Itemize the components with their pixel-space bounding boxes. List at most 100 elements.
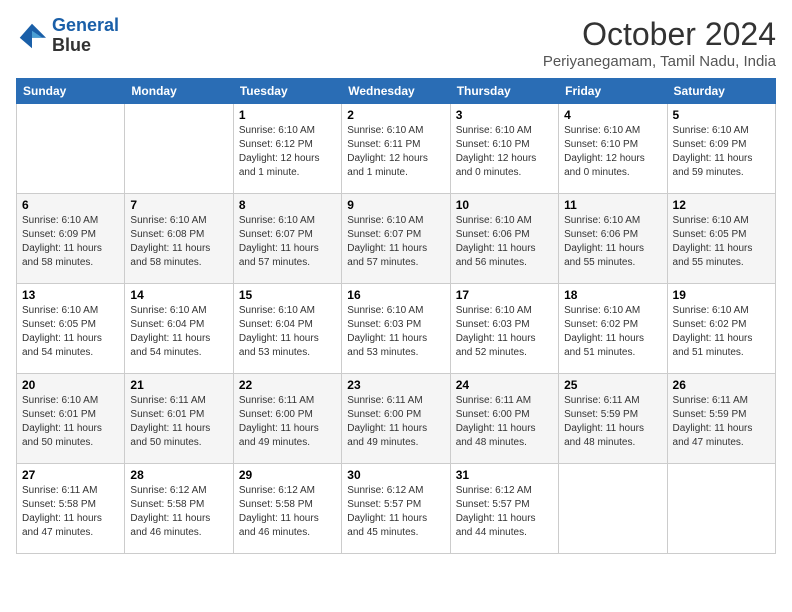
day-info: Sunrise: 6:10 AM Sunset: 6:04 PM Dayligh… [130, 304, 227, 360]
header-saturday: Saturday [667, 79, 775, 104]
day-info: Sunrise: 6:10 AM Sunset: 6:11 PM Dayligh… [347, 124, 444, 180]
day-info: Sunrise: 6:11 AM Sunset: 5:59 PM Dayligh… [564, 394, 661, 450]
day-info: Sunrise: 6:10 AM Sunset: 6:07 PM Dayligh… [239, 214, 336, 270]
day-number: 31 [456, 468, 553, 482]
calendar-cell: 3Sunrise: 6:10 AM Sunset: 6:10 PM Daylig… [450, 104, 558, 194]
day-info: Sunrise: 6:10 AM Sunset: 6:03 PM Dayligh… [347, 304, 444, 360]
day-info: Sunrise: 6:10 AM Sunset: 6:03 PM Dayligh… [456, 304, 553, 360]
day-number: 5 [673, 108, 770, 122]
calendar-cell: 9 Sunrise: 6:10 AM Sunset: 6:07 PM Daylig… [342, 194, 450, 284]
calendar-week-2: 6 Sunrise: 6:10 AM Sunset: 6:09 PM Daylig… [17, 194, 776, 284]
day-number: 2 [347, 108, 444, 122]
day-info: Sunrise: 6:10 AM Sunset: 6:10 PM Dayligh… [456, 124, 553, 180]
calendar-cell: 2 Sunrise: 6:10 AM Sunset: 6:11 PM Daylig… [342, 104, 450, 194]
calendar-cell: 22 Sunrise: 6:11 AM Sunset: 6:00 PM Dayli… [233, 374, 341, 464]
day-info: Sunrise: 6:10 AM Sunset: 6:05 PM Dayligh… [673, 214, 770, 270]
calendar-cell: 18 Sunrise: 6:10 AM Sunset: 6:02 PM Dayli… [559, 284, 667, 374]
calendar-cell: 1Sunrise: 6:10 AM Sunset: 6:12 PM Daylig… [233, 104, 341, 194]
day-number: 21 [130, 378, 227, 392]
calendar-cell [667, 464, 775, 554]
header-row: Sunday Monday Tuesday Wednesday Thursday… [17, 79, 776, 104]
calendar-cell: 20Sunrise: 6:10 AM Sunset: 6:01 PM Dayli… [17, 374, 125, 464]
day-number: 22 [239, 378, 336, 392]
day-number: 17 [456, 288, 553, 302]
day-info: Sunrise: 6:12 AM Sunset: 5:57 PM Dayligh… [347, 484, 444, 540]
calendar-cell: 25 Sunrise: 6:11 AM Sunset: 5:59 PM Dayli… [559, 374, 667, 464]
calendar-cell: 24 Sunrise: 6:11 AM Sunset: 6:00 PM Dayli… [450, 374, 558, 464]
calendar-cell: 27 Sunrise: 6:11 AM Sunset: 5:58 PM Dayli… [17, 464, 125, 554]
day-number: 28 [130, 468, 227, 482]
calendar-cell: 11Sunrise: 6:10 AM Sunset: 6:06 PM Dayli… [559, 194, 667, 284]
calendar-cell: 28 Sunrise: 6:12 AM Sunset: 5:58 PM Dayli… [125, 464, 233, 554]
calendar-table: Sunday Monday Tuesday Wednesday Thursday… [16, 78, 776, 554]
day-number: 1 [239, 108, 336, 122]
calendar-cell: 15 Sunrise: 6:10 AM Sunset: 6:04 PM Dayli… [233, 284, 341, 374]
day-number: 25 [564, 378, 661, 392]
day-info: Sunrise: 6:10 AM Sunset: 6:07 PM Dayligh… [347, 214, 444, 270]
calendar-cell: 31 Sunrise: 6:12 AM Sunset: 5:57 PM Dayli… [450, 464, 558, 554]
day-info: Sunrise: 6:10 AM Sunset: 6:10 PM Dayligh… [564, 124, 661, 180]
day-number: 20 [22, 378, 119, 392]
day-info: Sunrise: 6:11 AM Sunset: 6:01 PM Dayligh… [130, 394, 227, 450]
calendar-cell: 23 Sunrise: 6:11 AM Sunset: 6:00 PM Dayli… [342, 374, 450, 464]
day-number: 27 [22, 468, 119, 482]
day-info: Sunrise: 6:10 AM Sunset: 6:05 PM Dayligh… [22, 304, 119, 360]
calendar-cell: 14Sunrise: 6:10 AM Sunset: 6:04 PM Dayli… [125, 284, 233, 374]
day-number: 15 [239, 288, 336, 302]
day-number: 7 [130, 198, 227, 212]
calendar-week-1: 1Sunrise: 6:10 AM Sunset: 6:12 PM Daylig… [17, 104, 776, 194]
header-wednesday: Wednesday [342, 79, 450, 104]
page-header: General Blue October 2024 Periyanegamam,… [16, 16, 776, 70]
day-number: 11 [564, 198, 661, 212]
day-info: Sunrise: 6:10 AM Sunset: 6:09 PM Dayligh… [22, 214, 119, 270]
calendar-cell: 6 Sunrise: 6:10 AM Sunset: 6:09 PM Daylig… [17, 194, 125, 284]
calendar-cell [17, 104, 125, 194]
calendar-cell: 21 Sunrise: 6:11 AM Sunset: 6:01 PM Dayli… [125, 374, 233, 464]
calendar-cell: 16Sunrise: 6:10 AM Sunset: 6:03 PM Dayli… [342, 284, 450, 374]
calendar-cell: 8 Sunrise: 6:10 AM Sunset: 6:07 PM Daylig… [233, 194, 341, 284]
header-tuesday: Tuesday [233, 79, 341, 104]
header-monday: Monday [125, 79, 233, 104]
calendar-header: Sunday Monday Tuesday Wednesday Thursday… [17, 79, 776, 104]
day-info: Sunrise: 6:10 AM Sunset: 6:09 PM Dayligh… [673, 124, 770, 180]
day-number: 24 [456, 378, 553, 392]
day-number: 18 [564, 288, 661, 302]
calendar-cell: 19Sunrise: 6:10 AM Sunset: 6:02 PM Dayli… [667, 284, 775, 374]
location-subtitle: Periyanegamam, Tamil Nadu, India [543, 53, 776, 70]
day-info: Sunrise: 6:12 AM Sunset: 5:57 PM Dayligh… [456, 484, 553, 540]
calendar-cell: 4Sunrise: 6:10 AM Sunset: 6:10 PM Daylig… [559, 104, 667, 194]
calendar-cell: 26 Sunrise: 6:11 AM Sunset: 5:59 PM Dayli… [667, 374, 775, 464]
calendar-week-3: 13 Sunrise: 6:10 AM Sunset: 6:05 PM Dayli… [17, 284, 776, 374]
calendar-cell: 29Sunrise: 6:12 AM Sunset: 5:58 PM Dayli… [233, 464, 341, 554]
day-info: Sunrise: 6:12 AM Sunset: 5:58 PM Dayligh… [130, 484, 227, 540]
day-info: Sunrise: 6:11 AM Sunset: 5:59 PM Dayligh… [673, 394, 770, 450]
day-number: 13 [22, 288, 119, 302]
day-number: 8 [239, 198, 336, 212]
day-info: Sunrise: 6:10 AM Sunset: 6:02 PM Dayligh… [564, 304, 661, 360]
title-block: October 2024 Periyanegamam, Tamil Nadu, … [543, 16, 776, 70]
day-info: Sunrise: 6:10 AM Sunset: 6:04 PM Dayligh… [239, 304, 336, 360]
calendar-cell [559, 464, 667, 554]
calendar-cell: 13 Sunrise: 6:10 AM Sunset: 6:05 PM Dayli… [17, 284, 125, 374]
header-thursday: Thursday [450, 79, 558, 104]
day-info: Sunrise: 6:11 AM Sunset: 6:00 PM Dayligh… [347, 394, 444, 450]
calendar-week-4: 20Sunrise: 6:10 AM Sunset: 6:01 PM Dayli… [17, 374, 776, 464]
day-info: Sunrise: 6:11 AM Sunset: 6:00 PM Dayligh… [239, 394, 336, 450]
day-number: 12 [673, 198, 770, 212]
day-info: Sunrise: 6:11 AM Sunset: 5:58 PM Dayligh… [22, 484, 119, 540]
calendar-cell: 17 Sunrise: 6:10 AM Sunset: 6:03 PM Dayli… [450, 284, 558, 374]
day-info: Sunrise: 6:11 AM Sunset: 6:00 PM Dayligh… [456, 394, 553, 450]
day-number: 9 [347, 198, 444, 212]
day-info: Sunrise: 6:10 AM Sunset: 6:08 PM Dayligh… [130, 214, 227, 270]
calendar-body: 1Sunrise: 6:10 AM Sunset: 6:12 PM Daylig… [17, 104, 776, 554]
calendar-cell [125, 104, 233, 194]
calendar-cell: 5 Sunrise: 6:10 AM Sunset: 6:09 PM Daylig… [667, 104, 775, 194]
day-number: 6 [22, 198, 119, 212]
header-sunday: Sunday [17, 79, 125, 104]
day-number: 30 [347, 468, 444, 482]
day-number: 26 [673, 378, 770, 392]
logo-text: General Blue [52, 16, 119, 56]
calendar-week-5: 27 Sunrise: 6:11 AM Sunset: 5:58 PM Dayli… [17, 464, 776, 554]
day-info: Sunrise: 6:10 AM Sunset: 6:02 PM Dayligh… [673, 304, 770, 360]
day-number: 23 [347, 378, 444, 392]
